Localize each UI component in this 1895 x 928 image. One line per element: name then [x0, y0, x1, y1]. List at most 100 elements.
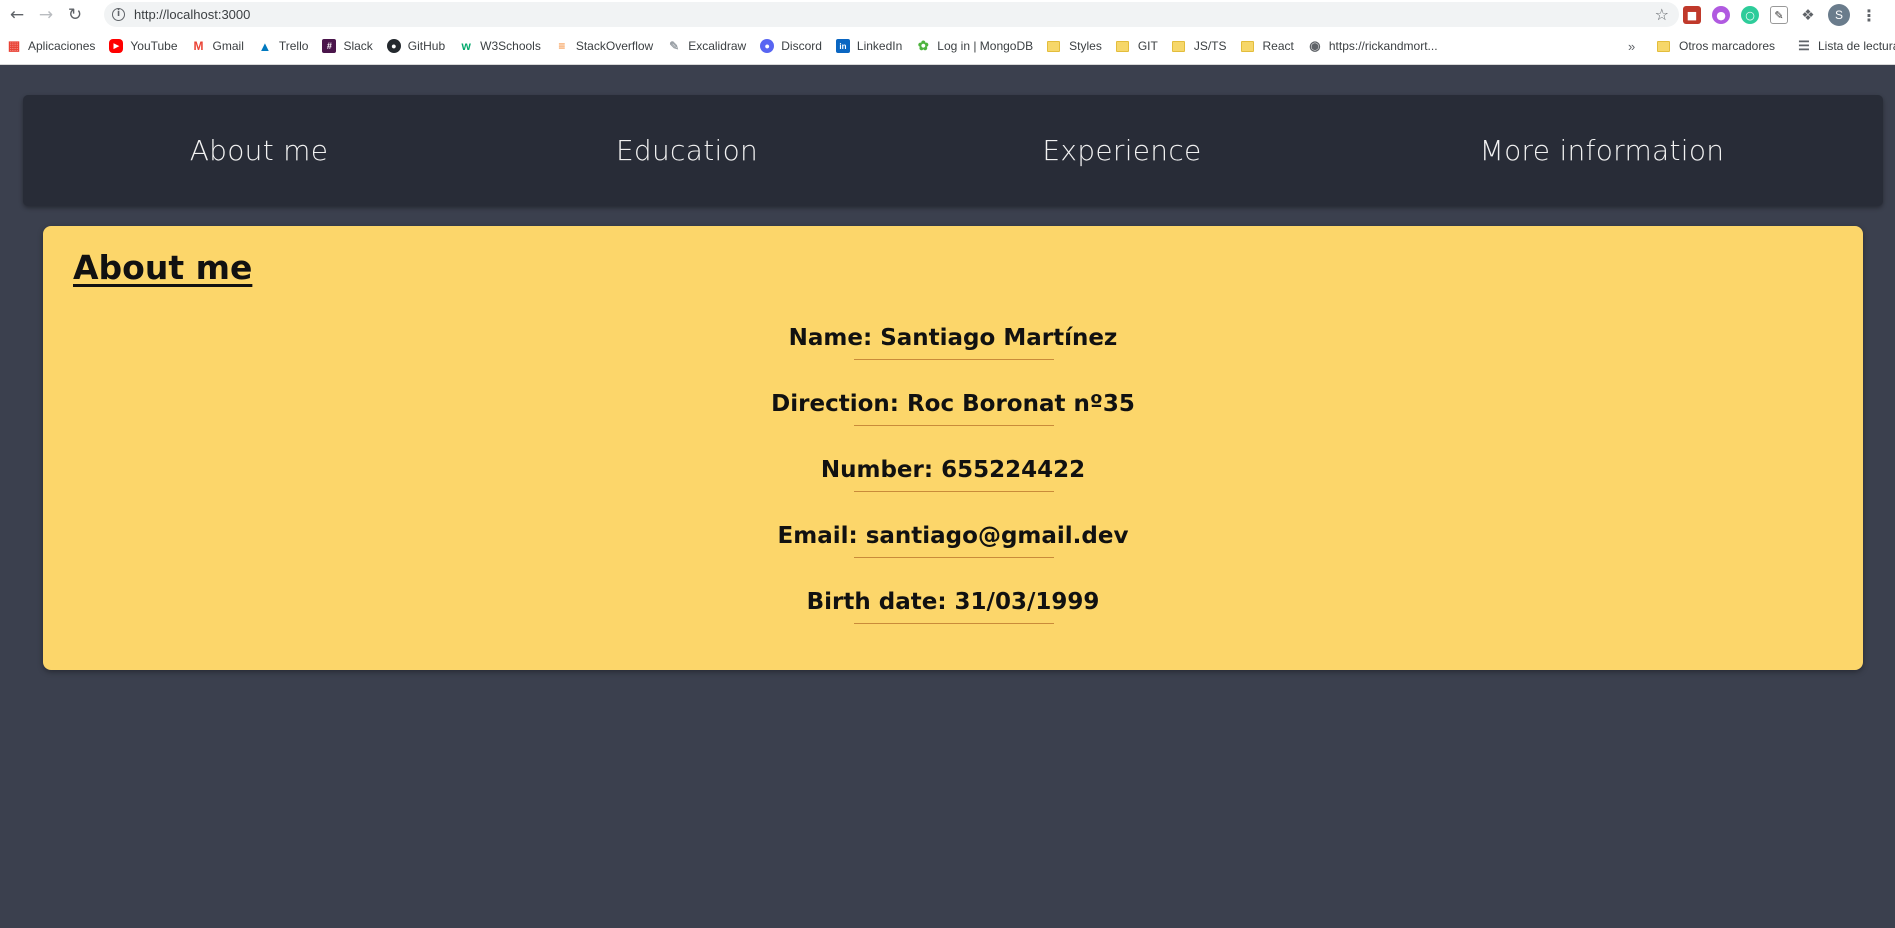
- bookmark-label: Lista de lectura: [1818, 39, 1895, 53]
- bookmark-folder-git[interactable]: GIT: [1109, 35, 1165, 57]
- bookmark-label: Otros marcadores: [1679, 39, 1776, 53]
- bookmark-label: GIT: [1137, 39, 1158, 53]
- url-text[interactable]: http://localhost:3000: [134, 7, 250, 22]
- bookmark-discord[interactable]: ● Discord: [753, 35, 829, 57]
- nav-link-education[interactable]: Education: [616, 95, 758, 206]
- nav-link-about-me[interactable]: About me: [190, 95, 329, 206]
- folder-icon: [1240, 40, 1254, 52]
- info-birth-date: Birth date: 31/03/1999: [43, 587, 1863, 653]
- stackoverflow-icon: ≡: [558, 39, 566, 53]
- section-title: About me: [73, 248, 253, 287]
- reading-list-icon: ☰: [1798, 38, 1810, 53]
- folder-icon: [1657, 40, 1670, 52]
- browser-chrome: ← → ↻ i http://localhost:3000 ☆ ■ ● ○ ✎ …: [0, 0, 1895, 65]
- bookmark-label: https://rickandmort...: [1328, 39, 1438, 53]
- bookmark-label: Trello: [278, 39, 309, 53]
- mongodb-icon: ✿: [917, 38, 929, 53]
- bookmark-linkedin[interactable]: in LinkedIn: [829, 35, 909, 57]
- divider: [854, 491, 1054, 492]
- trello-icon: ▲: [258, 38, 272, 54]
- extensions-area: ■ ● ○ ✎ ❖ S ⋮: [1683, 3, 1877, 27]
- divider: [854, 359, 1054, 360]
- info-name: Name: Santiago Martínez: [43, 323, 1863, 389]
- bookmark-star-icon[interactable]: ☆: [1655, 5, 1669, 24]
- bookmark-github[interactable]: ● GitHub: [380, 35, 452, 57]
- bookmark-label: GitHub: [407, 39, 446, 53]
- main-navbar: About me Education Experience More infor…: [23, 95, 1883, 206]
- divider: [854, 557, 1054, 558]
- bookmark-label: YouTube: [130, 39, 178, 53]
- discord-icon: ●: [760, 39, 775, 53]
- bookmark-label: Gmail: [212, 39, 244, 53]
- bookmark-label: Excalidraw: [688, 39, 747, 53]
- site-info-icon[interactable]: i: [112, 8, 125, 21]
- extension-green-icon[interactable]: ○: [1741, 6, 1759, 24]
- bookmark-folder-jsts[interactable]: JS/TS: [1165, 35, 1234, 57]
- reload-icon[interactable]: ↻: [63, 3, 87, 27]
- bookmark-label: StackOverflow: [575, 39, 654, 53]
- bookmark-label: Slack: [343, 39, 373, 53]
- bookmarks-bar: ▦ Aplicaciones ▶ YouTube M Gmail ▲ Trell…: [0, 34, 1895, 58]
- bookmark-stackoverflow[interactable]: ≡ StackOverflow: [548, 35, 660, 57]
- w3schools-icon: w: [461, 39, 471, 53]
- nav-link-more-information[interactable]: More information: [1480, 95, 1725, 206]
- youtube-icon: ▶: [109, 39, 124, 53]
- linkedin-icon: in: [835, 39, 850, 53]
- bookmark-folder-react[interactable]: React: [1234, 35, 1301, 57]
- bookmark-aplicaciones[interactable]: ▦ Aplicaciones: [0, 35, 102, 57]
- personal-info-list: Name: Santiago Martínez Direction: Roc B…: [43, 323, 1863, 653]
- extension-purple-icon[interactable]: ●: [1712, 6, 1730, 24]
- extension-pen-icon[interactable]: ✎: [1770, 6, 1788, 24]
- forward-arrow-icon[interactable]: →: [34, 3, 58, 27]
- bookmark-label: React: [1262, 39, 1294, 53]
- bookmark-label: Log in | MongoDB: [937, 39, 1034, 53]
- bookmark-other-bookmarks[interactable]: Otros marcadores: [1650, 34, 1782, 58]
- info-text: Birth date: 31/03/1999: [806, 589, 1100, 615]
- info-direction: Direction: Roc Boronat nº35: [43, 389, 1863, 455]
- bookmark-label: LinkedIn: [856, 39, 903, 53]
- info-text: Number: 655224422: [820, 457, 1086, 483]
- divider: [854, 623, 1054, 624]
- bookmarks-overflow-button[interactable]: »: [1618, 34, 1641, 58]
- browser-toolbar: ← → ↻ i http://localhost:3000 ☆ ■ ● ○ ✎ …: [0, 0, 1895, 29]
- address-bar[interactable]: i http://localhost:3000 ☆: [104, 2, 1679, 27]
- bookmark-label: JS/TS: [1193, 39, 1227, 53]
- browser-menu-icon[interactable]: ⋮: [1861, 6, 1877, 25]
- profile-avatar[interactable]: S: [1828, 4, 1850, 26]
- chevron-double-right-icon: »: [1628, 38, 1636, 54]
- bookmark-folder-styles[interactable]: Styles: [1040, 35, 1109, 57]
- divider: [854, 425, 1054, 426]
- apps-grid-icon: ▦: [7, 38, 21, 53]
- slack-icon: #: [322, 39, 337, 53]
- nav-link-experience[interactable]: Experience: [1042, 95, 1201, 206]
- bookmark-label: Discord: [781, 39, 822, 53]
- bookmark-excalidraw[interactable]: ✎ Excalidraw: [660, 35, 753, 57]
- excalidraw-icon: ✎: [669, 39, 680, 53]
- bookmark-rickandmorty[interactable]: ◉ https://rickandmort...: [1301, 35, 1445, 57]
- github-icon: ●: [386, 39, 401, 53]
- info-email: Email: santiago@gmail.dev: [43, 521, 1863, 587]
- extension-red-icon[interactable]: ■: [1683, 6, 1701, 24]
- reading-list-button[interactable]: ☰ Lista de lectura: [1790, 34, 1895, 58]
- bookmark-gmail[interactable]: M Gmail: [185, 35, 251, 57]
- about-me-card: About me Name: Santiago Martínez Directi…: [43, 226, 1863, 670]
- info-number: Number: 655224422: [43, 455, 1863, 521]
- gmail-icon: M: [193, 39, 204, 53]
- info-text: Direction: Roc Boronat nº35: [771, 391, 1135, 417]
- back-arrow-icon[interactable]: ←: [5, 3, 29, 27]
- bookmark-mongodb[interactable]: ✿ Log in | MongoDB: [909, 35, 1040, 57]
- folder-icon: [1171, 40, 1185, 52]
- info-text: Email: santiago@gmail.dev: [777, 523, 1129, 549]
- bookmark-youtube[interactable]: ▶ YouTube: [102, 35, 184, 57]
- globe-icon: ◉: [1309, 38, 1321, 53]
- info-text: Name: Santiago Martínez: [788, 325, 1118, 351]
- bookmark-label: Styles: [1069, 39, 1102, 53]
- folder-icon: [1047, 40, 1061, 52]
- bookmark-label: Aplicaciones: [28, 39, 96, 53]
- bookmark-label: W3Schools: [480, 39, 541, 53]
- bookmark-slack[interactable]: # Slack: [315, 35, 379, 57]
- bookmark-trello[interactable]: ▲ Trello: [251, 35, 316, 57]
- bookmark-w3schools[interactable]: w W3Schools: [452, 35, 548, 57]
- folder-icon: [1115, 40, 1129, 52]
- extensions-puzzle-icon[interactable]: ❖: [1799, 6, 1817, 24]
